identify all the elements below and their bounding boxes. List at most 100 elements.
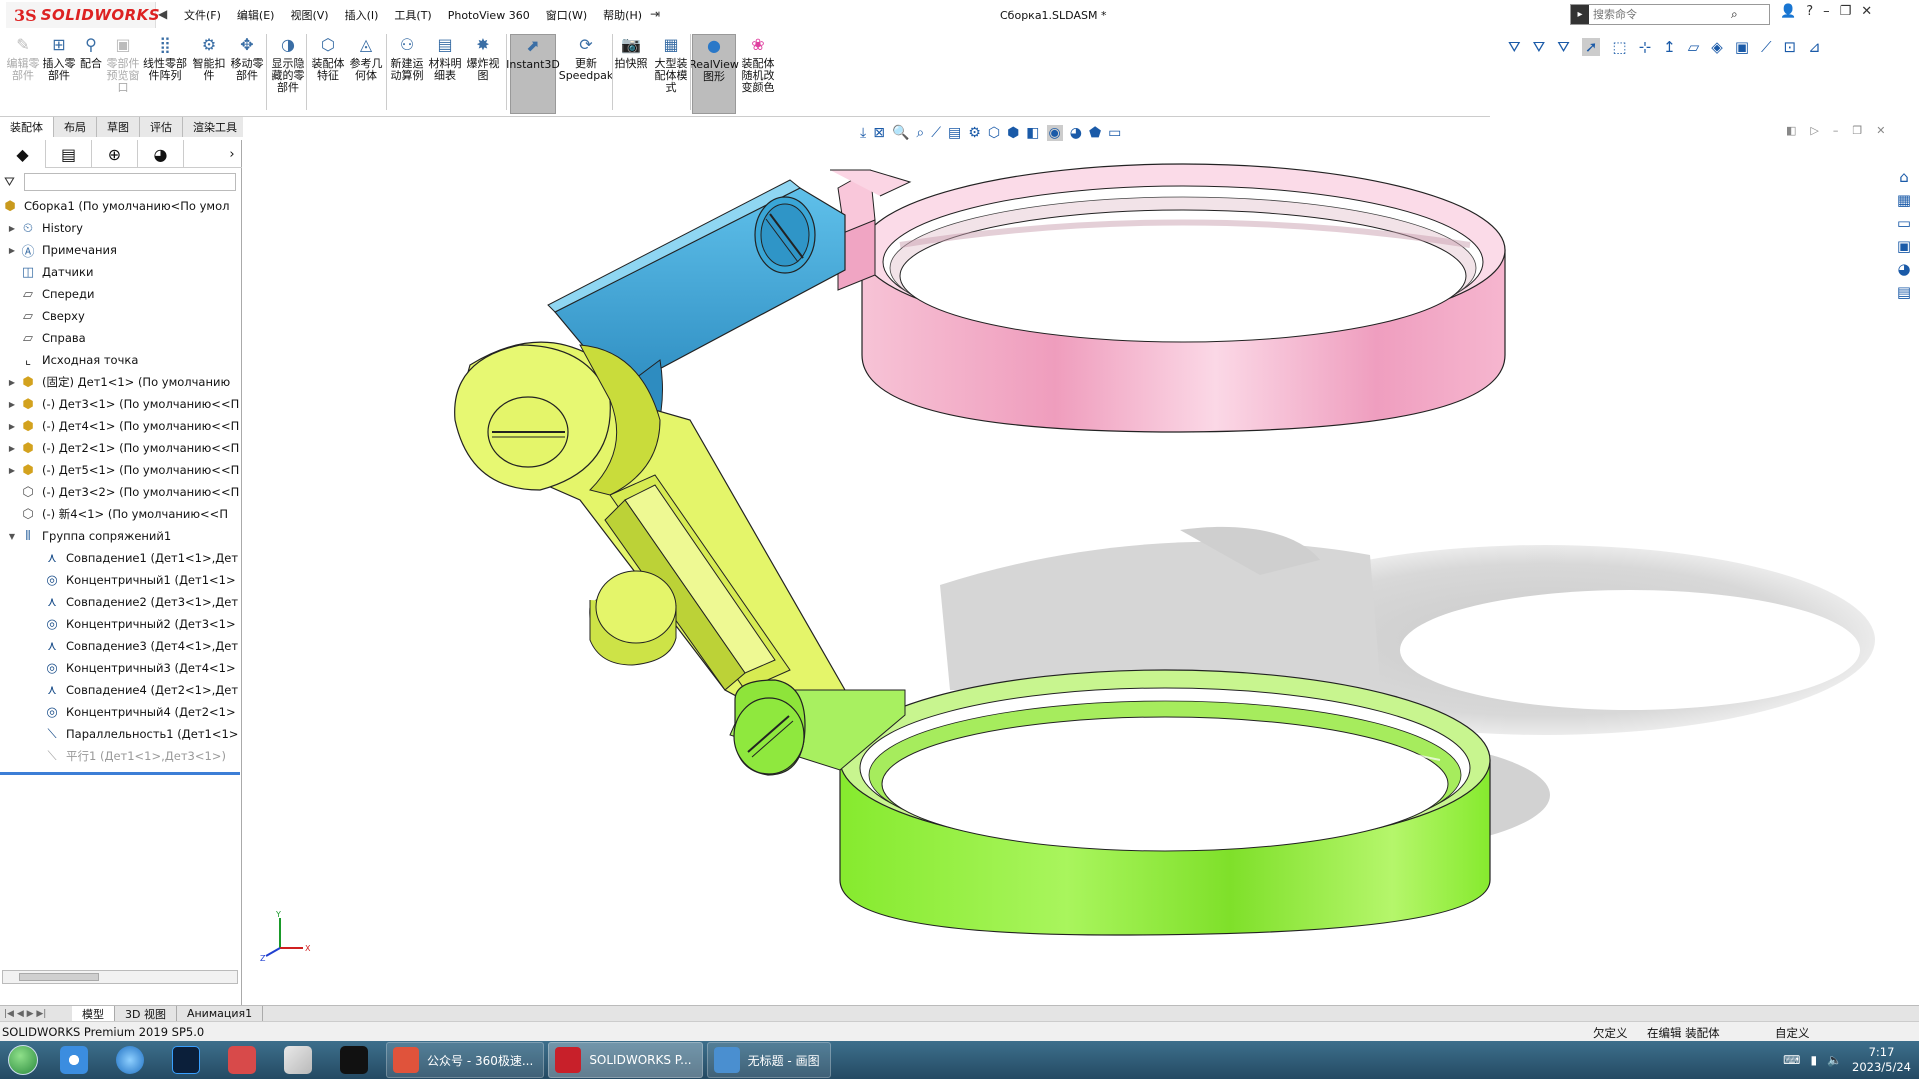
viewport-minimize-icon[interactable]: – <box>1833 124 1839 137</box>
dynamic-annotation-icon[interactable]: ▤ <box>948 125 961 141</box>
user-icon[interactable]: 👤 <box>1780 4 1796 19</box>
horizontal-scrollbar[interactable] <box>2 970 238 984</box>
property-manager-tab-icon[interactable]: ▤ <box>46 140 92 168</box>
menu-item[interactable]: 帮助(H) <box>595 7 650 23</box>
command-tab[interactable]: 装配体 <box>0 117 54 137</box>
section-view-icon[interactable]: ⟋ <box>931 125 941 141</box>
tree-node[interactable]: ▶ ⬢ (-) Дет2<1> (По умолчанию<<П <box>0 437 242 459</box>
keyboard-icon[interactable]: ⌨ <box>1783 1053 1800 1067</box>
tree-node[interactable]: ◎ Концентричный3 (Дет4<1> <box>0 657 242 679</box>
tree-node[interactable]: ⋏ Совпадение1 (Дет1<1>,Дет <box>0 547 242 569</box>
tool-instant3d[interactable]: ⬈ Instant3D <box>506 34 560 114</box>
edge-icon[interactable]: ⟋ <box>1761 38 1772 56</box>
tree-node[interactable]: ▱ Справа <box>0 327 242 349</box>
bottom-tab[interactable]: Анимация1 <box>177 1005 264 1022</box>
command-search[interactable]: ▸ ⌕ <box>1570 4 1770 25</box>
green-ring[interactable] <box>729 669 1491 936</box>
tool-reference-geometry[interactable]: ◬ 参考几何体 <box>348 34 384 114</box>
taskbar-window[interactable]: SOLIDWORKS P... <box>548 1042 703 1078</box>
zoom-area-icon[interactable]: 🔍 <box>892 125 909 141</box>
tool-snapshot[interactable]: 📷 拍快照 <box>614 34 648 114</box>
select-icon[interactable]: ➚ <box>1581 38 1601 56</box>
filter-clear-icon[interactable]: ⛛ <box>1557 38 1570 56</box>
filter-icon[interactable]: ⛛ <box>1508 38 1521 56</box>
command-tab[interactable]: 草图 <box>97 117 140 137</box>
tree-filter-input[interactable] <box>24 173 236 191</box>
expand-arrow-icon[interactable]: ▶ <box>6 422 18 431</box>
expand-arrow-icon[interactable]: ▶ <box>6 400 18 409</box>
scrollbar-thumb[interactable] <box>19 973 99 981</box>
tree-node[interactable]: ◎ Концентричный1 (Дет1<1> <box>0 569 242 591</box>
taskbar-app-paint-tool[interactable] <box>270 1042 326 1078</box>
help-icon[interactable]: ? <box>1806 4 1813 19</box>
expand-arrow-icon[interactable]: ▼ <box>6 532 18 541</box>
tree-node[interactable]: ◎ Концентричный4 (Дет2<1> <box>0 701 242 723</box>
custom-properties-icon[interactable]: ▤ <box>1897 283 1911 301</box>
tree-node[interactable]: ⋏ Совпадение4 (Дет2<1>,Дет <box>0 679 242 701</box>
command-tab[interactable]: 渲染工具 <box>183 117 248 137</box>
units-status[interactable]: 自定义 <box>1775 1025 1810 1041</box>
design-library-icon[interactable]: ▦ <box>1897 191 1911 209</box>
display-manager-tab-icon[interactable]: ◕ <box>138 140 184 168</box>
bottom-tab[interactable]: 3D 视图 <box>115 1005 177 1022</box>
display-style-icon[interactable]: ⬢ <box>1007 125 1019 141</box>
restore-icon[interactable]: ❐ <box>1840 4 1852 19</box>
taskbar-app-photoshop[interactable] <box>158 1042 214 1078</box>
tree-node[interactable]: ⬡ (-) Дет3<2> (По умолчанию<<П <box>0 481 242 503</box>
viewport-forward-icon[interactable]: ▷ <box>1810 124 1818 137</box>
tool-mate[interactable]: ⚲ 配合 <box>78 34 104 114</box>
point-icon[interactable]: ⊹ <box>1639 38 1652 56</box>
previous-view-icon[interactable]: ⌕ <box>916 125 924 141</box>
zoom-to-fit-icon[interactable]: ⊠ <box>873 125 885 141</box>
tree-node[interactable]: ▱ Спереди <box>0 283 242 305</box>
tool-component-preview[interactable]: ▣ 零部件预览窗口 <box>106 34 140 114</box>
menu-item[interactable]: 窗口(W) <box>538 7 595 23</box>
tree-node[interactable]: ▱ Сверху <box>0 305 242 327</box>
tree-node[interactable]: ⬡ (-) 新4<1> (По умолчанию<<П <box>0 503 242 525</box>
tree-node[interactable]: ▶ Ⓐ Примечания <box>0 239 242 261</box>
tree-node[interactable]: ▶ ⬢ (-) Дет5<1> (По умолчанию<<П <box>0 459 242 481</box>
axis-icon[interactable]: ↥ <box>1663 38 1676 56</box>
viewport-close-icon[interactable]: ✕ <box>1876 124 1885 137</box>
more-filters-icon[interactable]: ⊿ <box>1808 38 1821 56</box>
menu-collapse-icon[interactable]: ◀ <box>158 7 167 21</box>
face-icon[interactable]: ▣ <box>1735 38 1749 56</box>
volume-icon[interactable]: 🔈 <box>1827 1053 1842 1067</box>
tree-node[interactable]: ⋏ Совпадение2 (Дет3<1>,Дет <box>0 591 242 613</box>
taskbar-window[interactable]: 无标题 - 画图 <box>706 1042 831 1078</box>
appearance-icon[interactable]: ◉ <box>1046 125 1063 141</box>
view-palette-icon[interactable]: ▣ <box>1897 237 1911 255</box>
tree-root[interactable]: ⬢ Сборка1 (По умолчанию<По умол <box>0 195 242 217</box>
start-button[interactable] <box>0 1041 46 1079</box>
plane-select-icon[interactable]: ▱ <box>1688 38 1700 56</box>
tree-node[interactable]: ▶ ⬢ (固定) Дет1<1> (По умолчанию <box>0 371 242 393</box>
taskbar-window[interactable]: 公众号 - 360极速... <box>386 1042 545 1078</box>
tree-node[interactable]: ▶ ⏲ History <box>0 217 242 239</box>
tree-node[interactable]: ▶ ⬢ (-) Дет3<1> (По умолчанию<<П <box>0 393 242 415</box>
configuration-manager-tab-icon[interactable]: ⊕ <box>92 140 138 168</box>
yellow-arm[interactable] <box>454 341 846 726</box>
tool-assembly-features[interactable]: ⬡ 装配体特征 <box>310 34 346 114</box>
feature-manager-tab-icon[interactable]: ◆ <box>0 140 46 168</box>
file-explorer-icon[interactable]: ▭ <box>1897 214 1911 232</box>
tool-insert-component[interactable]: ⊞ 插入零部件 <box>42 34 76 114</box>
view-selector-icon[interactable]: ⚙ <box>968 125 981 141</box>
tree-node[interactable]: ◎ Концентричный2 (Дет3<1> <box>0 613 242 635</box>
taskbar-app-recorder[interactable] <box>214 1042 270 1078</box>
assembly-model[interactable] <box>243 117 1887 1005</box>
appearances-icon[interactable]: ◕ <box>1897 260 1910 278</box>
tool-move-component[interactable]: ✥ 移动零部件 <box>228 34 266 114</box>
solidworks-resources-icon[interactable]: ⌂ <box>1899 168 1909 186</box>
panel-scroll-right-icon[interactable]: › <box>222 140 242 168</box>
menu-item[interactable]: 插入(I) <box>337 7 387 23</box>
tree-node[interactable]: ⌞ Исходная точка <box>0 349 242 371</box>
tool-linear-pattern[interactable]: ⣿ 线性零部件阵列 <box>142 34 188 114</box>
tree-node[interactable]: ▼ ⫴ Группа сопряжений1 <box>0 525 242 547</box>
tool-large-assembly[interactable]: ▦ 大型装配体模式 <box>652 34 690 114</box>
solidworks-logo[interactable]: 3S SOLIDWORKS <box>6 2 160 28</box>
cube-view-icon[interactable]: ⬡ <box>988 125 1000 141</box>
filter-toggle-icon[interactable]: ⛛ <box>1533 38 1546 56</box>
expand-arrow-icon[interactable]: ▶ <box>6 378 18 387</box>
menu-item[interactable]: 文件(F) <box>176 7 229 23</box>
search-input[interactable] <box>1589 5 1729 24</box>
